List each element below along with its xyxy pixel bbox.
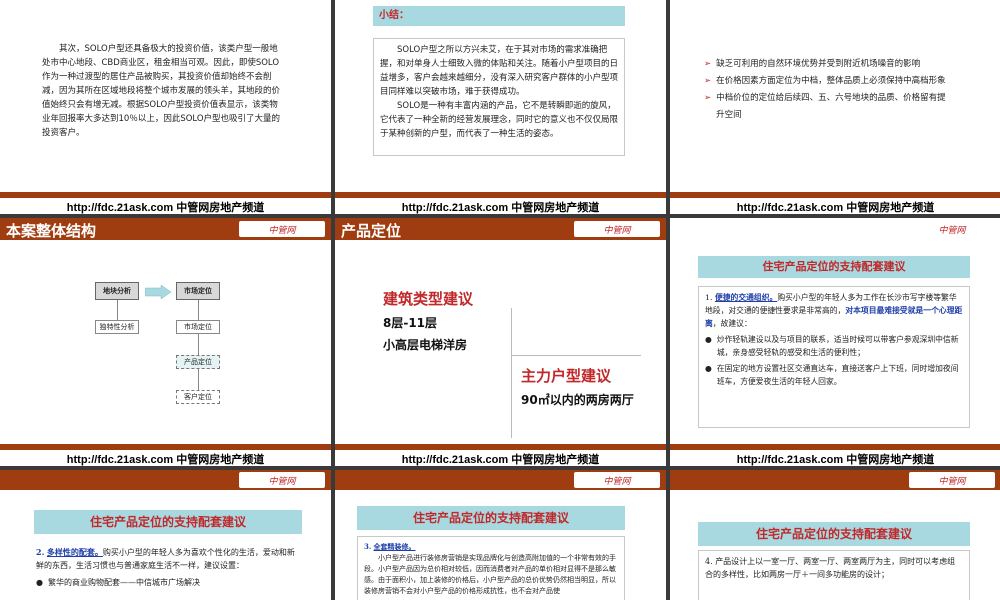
support-heading: 住宅产品定位的支持配套建议: [698, 256, 970, 278]
slide-support-design[interactable]: 中管网 住宅产品定位的支持配套建议 4. 产品设计上以一室一厅、两室一厅、两室两…: [670, 470, 1000, 600]
summary-paragraph-1: SOLO户型之所以方兴未艾，在于其对市场的需求准确把握，和对单身人士细致入微的体…: [380, 45, 619, 97]
text-box: 其次，SOLO户型还具备极大的投资价值，该类户型一般地处市中心地段、CBD商业区…: [38, 40, 290, 138]
footer-bar: [670, 444, 1000, 450]
support-content: 2. 多样性的配套。购买小户型的年轻人多为喜欢个性化的生活，爱动和新鲜的东西，生…: [36, 546, 300, 589]
support-heading: 住宅产品定位的支持配套建议: [34, 510, 302, 534]
slide-overall-structure[interactable]: 本案整体结构 中管网 地块分析 市场定位 独特性分析 市场定位 产品定位 客户定…: [0, 218, 331, 466]
brand-logo: 中管网: [239, 221, 325, 237]
list-item: ➢ 在价格因素方面定位为中档，整体品质上必须保持中高档形象: [704, 76, 946, 86]
unit-type-desc: 90㎡以内的两房两厅: [521, 393, 634, 407]
decoration-link[interactable]: 全套精装修。: [374, 542, 416, 551]
diagram-node-uniqueness: 独特性分析: [95, 320, 139, 334]
footer-bar: [670, 192, 1000, 198]
list-item: ➢ 缺乏可利用的自然环境优势并受到附近机场噪音的影响: [704, 59, 921, 69]
footer-link[interactable]: http://fdc.21ask.com 中管网房地产频道: [335, 199, 666, 214]
support-box: 3. 全套精装修。 小户型产品进行装修房营销是实现品牌化与创造高附加值的一个非常…: [357, 536, 625, 600]
support-item-2: 2. 多样性的配套。购买小户型的年轻人多为喜欢个性化的生活，爱动和新鲜的东西，生…: [36, 547, 295, 570]
slide-support-decoration[interactable]: 中管网 住宅产品定位的支持配套建议 3. 全套精装修。 小户型产品进行装修房营销…: [335, 470, 666, 600]
connector-line: [198, 300, 199, 398]
brand-logo: 中管网: [909, 472, 995, 488]
slide-positioning-notes[interactable]: ➢ 缺乏可利用的自然环境优势并受到附近机场噪音的影响 ➢ 在价格因素方面定位为中档，…: [670, 0, 1000, 214]
slide-solo-investment[interactable]: 其次，SOLO户型还具备极大的投资价值，该类户型一般地处市中心地段、CBD商业区…: [0, 0, 331, 214]
divider: [511, 355, 641, 356]
transport-link[interactable]: 便捷的交通组织。: [715, 293, 777, 302]
footer-bar: [0, 192, 331, 198]
slide-summary[interactable]: 小结： SOLO户型之所以方兴未艾，在于其对市场的需求准确把握，和对单身人士细致…: [335, 0, 666, 214]
slide-title: 本案整体结构: [6, 222, 97, 240]
building-type-floors: 8层-11层: [383, 316, 438, 330]
slide-support-amenities[interactable]: 中管网 住宅产品定位的支持配套建议 2. 多样性的配套。购买小户型的年轻人多为喜…: [0, 470, 331, 600]
support-box: 4. 产品设计上以一室一厅、两室一厅、两室两厅为主，同时可以考虑组合的多样性，比…: [698, 550, 970, 600]
brand-logo: 中管网: [574, 221, 660, 237]
footer-link[interactable]: http://fdc.21ask.com 中管网房地产频道: [0, 451, 331, 466]
support-heading: 住宅产品定位的支持配套建议: [357, 506, 625, 530]
investment-paragraph: 其次，SOLO户型还具备极大的投资价值，该类户型一般地处市中心地段、CBD商业区…: [42, 44, 281, 138]
footer-link[interactable]: http://fdc.21ask.com 中管网房地产频道: [670, 451, 1000, 466]
diagram-node-site-analysis: 地块分析: [95, 282, 139, 300]
list-item: ➢ 中档价位的定位给后续四、五、六号地块的品质、价格留有提升空间: [704, 93, 946, 120]
unit-type-heading: 主力户型建议: [521, 367, 612, 385]
slide-support-transport[interactable]: 中管网 住宅产品定位的支持配套建议 1. 便捷的交通组织。购买小户型的年轻人多为…: [670, 218, 1000, 466]
footer-bar: [335, 444, 666, 450]
amenities-link[interactable]: 多样性的配套。: [47, 547, 103, 557]
support-item-4: 4. 产品设计上以一室一厅、两室一厅、两室两厅为主，同时可以考虑组合的多样性，比…: [705, 557, 956, 579]
support-item-1: 1. 便捷的交通组织。购买小户型的年轻人多为工作在长沙市写字楼等繁华地段，对交通…: [705, 293, 963, 328]
diagram-node-product: 产品定位: [176, 355, 220, 369]
list-item: ● 繁华的商业购物配套——中信城市广场解决: [36, 578, 200, 587]
footer-link[interactable]: http://fdc.21ask.com 中管网房地产频道: [335, 451, 666, 466]
footer-link[interactable]: http://fdc.21ask.com 中管网房地产频道: [670, 199, 1000, 214]
list-item: ● 炒作轻轨建设以及与项目的联系，适当时候可以带客户参观深圳中信新城，亲身感受轻轨…: [705, 335, 959, 357]
summary-paragraph-2: SOLO是一种有丰富内涵的产品，它不是转瞬即逝的旋风，它代表了一种全新的经营发展…: [380, 101, 619, 139]
support-heading: 住宅产品定位的支持配套建议: [698, 522, 970, 546]
diagram-node-market: 市场定位: [176, 320, 220, 334]
footer-bar: [0, 444, 331, 450]
notes-list: ➢ 缺乏可利用的自然环境优势并受到附近机场噪音的影响 ➢ 在价格因素方面定位为中档，…: [704, 56, 954, 124]
brand-logo: 中管网: [574, 472, 660, 488]
slide-product-positioning[interactable]: 产品定位 中管网 建筑类型建议 8层-11层 小高层电梯洋房 主力户型建议 90…: [335, 218, 666, 466]
divider: [511, 308, 512, 438]
diagram-node-market-positioning: 市场定位: [176, 282, 220, 300]
footer-bar: [335, 192, 666, 198]
slide-header: 产品定位 中管网: [335, 218, 666, 240]
brand-logo: 中管网: [239, 472, 325, 488]
building-type-desc: 小高层电梯洋房: [383, 338, 468, 352]
building-type-heading: 建筑类型建议: [383, 290, 474, 308]
support-item-3: 3. 全套精装修。 小户型产品进行装修房营销是实现品牌化与创造高附加值的一个非常…: [364, 542, 616, 595]
slide-header: 中管网: [670, 218, 1000, 240]
summary-box: SOLO户型之所以方兴未艾，在于其对市场的需求准确把握，和对单身人士细致入微的体…: [373, 38, 625, 156]
slide-title: 产品定位: [341, 222, 402, 240]
summary-heading: 小结：: [373, 6, 625, 26]
slide-header: 本案整体结构 中管网: [0, 218, 331, 240]
diagram-node-customer: 客户定位: [176, 390, 220, 404]
footer-link[interactable]: http://fdc.21ask.com 中管网房地产频道: [0, 199, 331, 214]
list-item: ● 在固定的地方设置社区交通直达车，直接送客户上下班，同时增加夜间班车，方便爱夜生…: [705, 364, 959, 386]
brand-logo: 中管网: [909, 221, 995, 237]
connector-line: [117, 300, 118, 320]
arrow-right-icon: [144, 284, 172, 300]
support-box: 1. 便捷的交通组织。购买小户型的年轻人多为工作在长沙市写字楼等繁华地段，对交通…: [698, 286, 970, 428]
